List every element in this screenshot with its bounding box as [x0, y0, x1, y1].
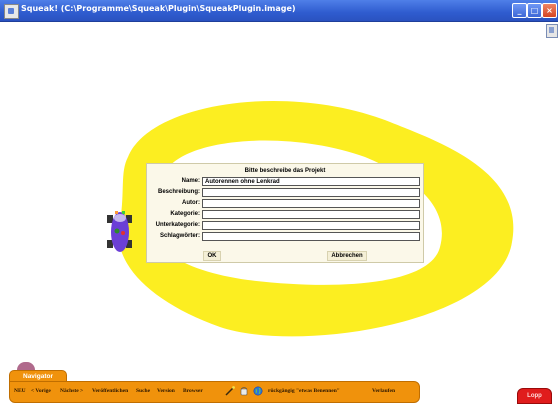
nav-publish-button[interactable]: Veröffentlichen: [92, 388, 128, 394]
navigator-flap-icon[interactable]: [17, 362, 35, 370]
navigator-bar: NEU < Vorige Nächste > Veröffentlichen S…: [9, 381, 420, 403]
form-row-name: Name: Autorennen ohne Lenkrad: [147, 177, 423, 187]
nav-previous-button[interactable]: < Vorige: [31, 388, 51, 394]
window-titlebar[interactable]: Squeak! (C:\Programme\Squeak\Plugin\Sque…: [0, 0, 558, 22]
form-row-description: Beschreibung:: [147, 188, 423, 198]
keywords-field[interactable]: [202, 232, 420, 241]
nav-new-button[interactable]: NEU: [14, 388, 26, 394]
squeak-app-icon[interactable]: [4, 4, 19, 19]
tray-icon[interactable]: [546, 24, 558, 38]
nav-history-button[interactable]: Verlaufen: [372, 388, 395, 394]
form-row-subcategory: Unterkategorie:: [147, 221, 423, 231]
subcategory-field[interactable]: [202, 221, 420, 230]
author-field[interactable]: [202, 199, 420, 208]
paintbrush-icon[interactable]: [225, 386, 235, 396]
nav-browser-button[interactable]: Browser: [183, 388, 203, 394]
name-field[interactable]: Autorennen ohne Lenkrad: [202, 177, 420, 186]
nav-find-button[interactable]: Suche: [136, 388, 150, 394]
subcategory-label: Unterkategorie:: [155, 222, 200, 228]
form-row-keywords: Schlagwörter:: [147, 232, 423, 242]
ok-button[interactable]: OK: [203, 251, 221, 261]
paint-bucket-icon[interactable]: [239, 386, 249, 396]
description-field[interactable]: [202, 188, 420, 197]
keywords-label: Schlagwörter:: [159, 233, 200, 239]
globe-icon[interactable]: [253, 386, 263, 396]
race-car[interactable]: [105, 207, 135, 257]
category-field[interactable]: [202, 210, 420, 219]
nav-version-button[interactable]: Version: [157, 388, 175, 394]
maximize-icon[interactable]: □: [527, 3, 542, 18]
close-icon[interactable]: ×: [542, 3, 557, 18]
nav-next-button[interactable]: Nächste >: [60, 388, 83, 394]
dialog-heading: Bitte beschreibe das Projekt: [244, 168, 326, 174]
description-label: Beschreibung:: [157, 189, 200, 195]
project-info-dialog: Bitte beschreibe das Projekt Name: Autor…: [146, 163, 424, 263]
form-row-category: Kategorie:: [147, 210, 423, 220]
name-label: Name:: [181, 178, 200, 184]
minimize-icon[interactable]: _: [512, 3, 527, 18]
window-title: Squeak! (C:\Programme\Squeak\Plugin\Sque…: [21, 4, 296, 13]
stop-button[interactable]: Lopp: [517, 388, 552, 404]
nav-undo-button[interactable]: rückgängig "etwas Benennen": [268, 388, 340, 394]
category-label: Kategorie:: [170, 211, 200, 217]
form-row-author: Autor:: [147, 199, 423, 209]
cancel-button[interactable]: Abbrechen: [327, 251, 367, 261]
author-label: Autor:: [182, 200, 200, 206]
